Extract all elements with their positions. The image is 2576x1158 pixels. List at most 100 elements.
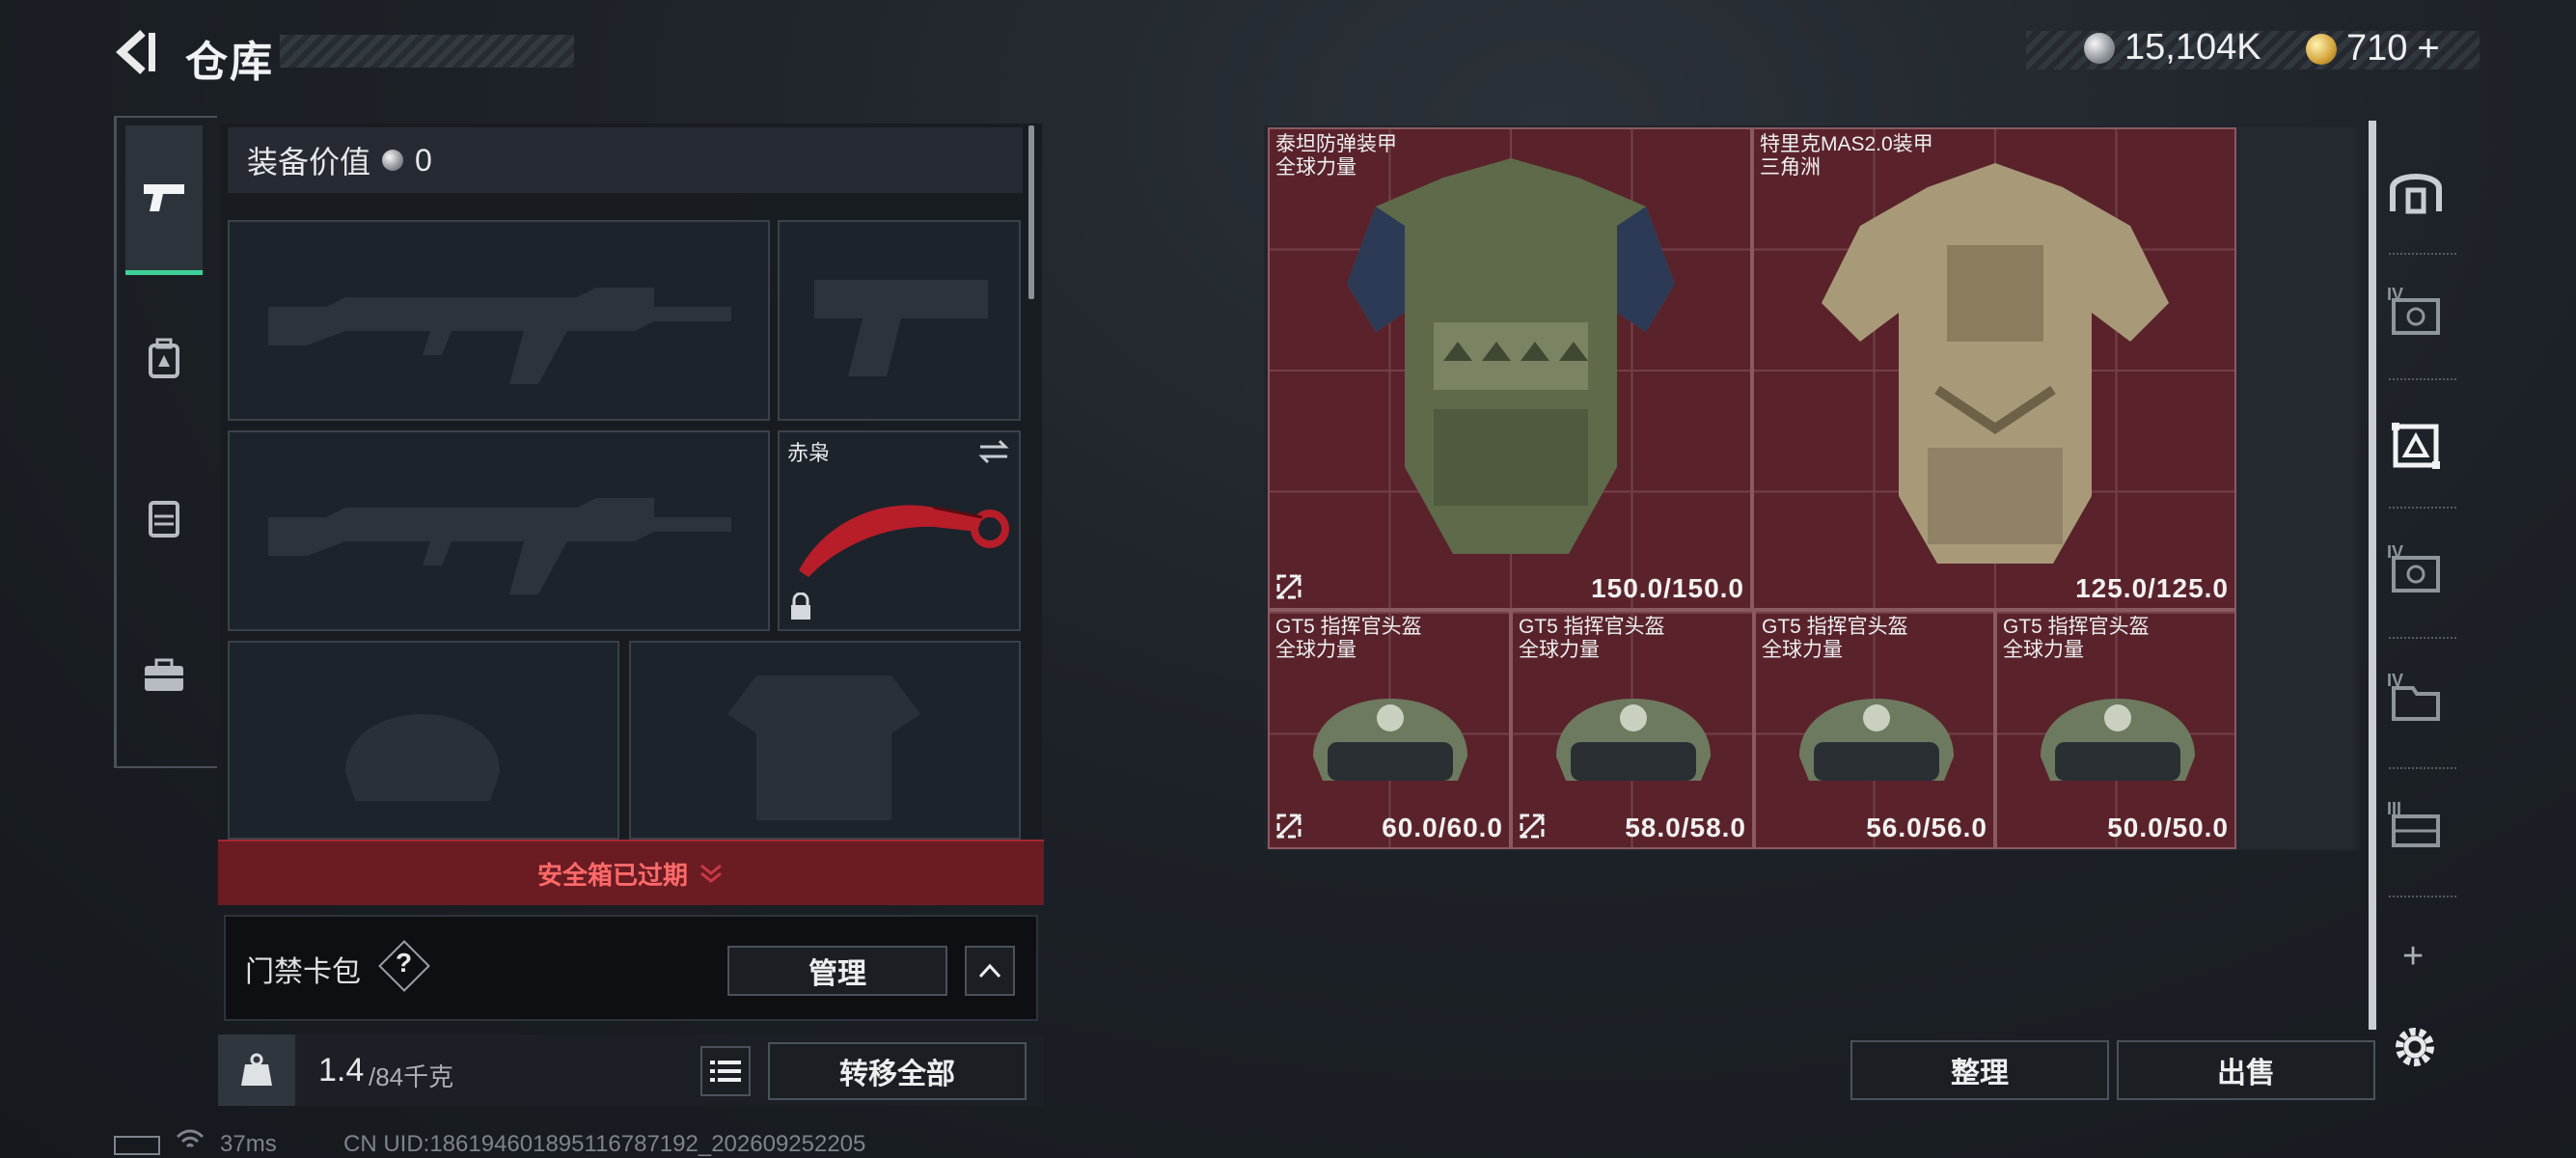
equipment-value-label: 装备价值 bbox=[247, 145, 371, 179]
separator bbox=[2389, 507, 2456, 509]
gold-currency[interactable]: 710 + bbox=[2306, 27, 2440, 70]
stash-item-gt5-helmet[interactable]: GT5 指挥官头盔 全球力量 50.0/50.0 bbox=[1995, 610, 2236, 849]
item-durability: 50.0/50.0 bbox=[2107, 813, 2229, 842]
loadout-scrollbar[interactable] bbox=[1028, 125, 1034, 299]
armor-slot[interactable] bbox=[629, 641, 1021, 840]
stash-item-titan-armor[interactable]: 泰坦防弹装甲 全球力量 150.0/150.0 bbox=[1268, 127, 1752, 610]
camo-armor-icon bbox=[1822, 163, 2169, 564]
gold-amount: 710 bbox=[2346, 28, 2408, 69]
helmet-icon bbox=[1313, 699, 1467, 781]
helmet-icon bbox=[2041, 699, 2195, 781]
keycard-label: 门禁卡包 bbox=[245, 956, 361, 988]
rifle-silhouette-icon bbox=[268, 288, 731, 384]
stash-tab-tier-4a[interactable]: IV bbox=[2385, 285, 2447, 346]
helmet-slot[interactable] bbox=[228, 641, 619, 840]
page-title: 仓库 bbox=[185, 39, 274, 86]
back-arrow-icon[interactable] bbox=[114, 27, 162, 77]
nav-vest[interactable] bbox=[123, 478, 205, 559]
separator bbox=[2389, 896, 2456, 897]
expand-button[interactable] bbox=[965, 946, 1015, 996]
transfer-all-button[interactable]: 转移全部 bbox=[768, 1042, 1027, 1100]
helmet-icon bbox=[1556, 699, 1711, 781]
separator bbox=[2389, 637, 2456, 639]
unlinked-icon bbox=[1519, 813, 1546, 840]
tier-label: IV bbox=[2387, 542, 2404, 562]
karambit-knife-icon bbox=[799, 505, 1009, 577]
item-name: GT5 指挥官头盔 bbox=[1762, 616, 1908, 638]
nav-toolbox[interactable] bbox=[123, 635, 205, 716]
melee-slot[interactable]: 赤枭 bbox=[778, 430, 1021, 631]
stash-item-mas-armor[interactable]: 特里克MAS2.0装甲 三角洲 125.0/125.0 bbox=[1752, 127, 2236, 610]
secondary-weapon-slot[interactable] bbox=[228, 430, 770, 631]
helmet-silhouette-icon bbox=[345, 714, 500, 801]
manage-button[interactable]: 管理 bbox=[727, 946, 947, 996]
safebox-status: 安全箱已过期 bbox=[536, 860, 688, 890]
stash-tab-armor[interactable] bbox=[2385, 415, 2447, 477]
unlinked-icon bbox=[1275, 573, 1302, 600]
safebox-expired-bar[interactable]: 安全箱已过期 bbox=[218, 840, 1044, 905]
silver-currency: 15,104K bbox=[2084, 27, 2261, 69]
item-durability: 150.0/150.0 bbox=[1591, 573, 1744, 603]
gold-coin-icon bbox=[2306, 33, 2337, 65]
nav-weapons[interactable] bbox=[125, 125, 203, 275]
stash-tab-tier-4b[interactable]: IV bbox=[2385, 542, 2447, 604]
separator bbox=[2389, 767, 2456, 769]
ping-value: 37ms bbox=[220, 1131, 277, 1157]
rifle-silhouette-icon bbox=[268, 498, 731, 594]
keycard-bar: 门禁卡包 ? 管理 bbox=[224, 915, 1038, 1021]
lock-icon bbox=[791, 593, 810, 620]
tier-label: IV bbox=[2387, 285, 2404, 304]
tier-label: III bbox=[2387, 799, 2402, 818]
list-view-button[interactable] bbox=[700, 1046, 751, 1096]
melee-item-name: 赤枭 bbox=[787, 441, 831, 465]
silver-coin-icon bbox=[382, 150, 404, 171]
vest-icon bbox=[149, 501, 179, 538]
pistol-icon bbox=[144, 184, 184, 211]
container-icon bbox=[2390, 174, 2442, 214]
weight-bar: 1.4 /84千克 转移全部 bbox=[218, 1034, 1044, 1106]
chevron-down-icon bbox=[700, 864, 722, 883]
silver-amount: 15,104K bbox=[2124, 27, 2261, 68]
nav-backpack[interactable] bbox=[123, 318, 205, 400]
gear-icon[interactable] bbox=[2391, 1023, 2439, 1071]
weight-icon-box bbox=[218, 1034, 295, 1106]
stash-tab-all[interactable] bbox=[2385, 159, 2447, 221]
helmet-icon bbox=[1799, 699, 1954, 781]
stash-item-gt5-helmet[interactable]: GT5 指挥官头盔 全球力量 56.0/56.0 bbox=[1754, 610, 1995, 849]
body-armor-icon bbox=[1347, 158, 1675, 554]
weight-max: /84千克 bbox=[369, 1062, 454, 1091]
chevron-up-icon bbox=[978, 963, 1001, 979]
help-icon[interactable]: ? bbox=[396, 948, 412, 979]
sidearm-slot[interactable] bbox=[778, 220, 1021, 421]
gold-add-icon[interactable]: + bbox=[2417, 27, 2439, 70]
swap-icon[interactable] bbox=[976, 438, 1011, 465]
item-name: GT5 指挥官头盔 bbox=[2003, 616, 2150, 638]
sell-button[interactable]: 出售 bbox=[2117, 1040, 2375, 1100]
stash-item-gt5-helmet[interactable]: GT5 指挥官头盔 全球力量 58.0/58.0 bbox=[1511, 610, 1754, 849]
toolbox-icon bbox=[145, 658, 183, 691]
stash-item-gt5-helmet[interactable]: GT5 指挥官头盔 全球力量 60.0/60.0 bbox=[1268, 610, 1511, 849]
armor-category-icon bbox=[2392, 423, 2440, 469]
battery-icon bbox=[114, 1131, 160, 1158]
item-name: GT5 指挥官头盔 bbox=[1519, 616, 1665, 638]
wifi-icon bbox=[176, 1129, 205, 1148]
list-icon bbox=[710, 1061, 741, 1082]
pistol-silhouette-icon bbox=[814, 280, 988, 376]
item-durability: 125.0/125.0 bbox=[2075, 573, 2229, 603]
separator bbox=[2389, 378, 2456, 380]
weight-current: 1.4 bbox=[318, 1052, 365, 1089]
user-uid: CN UID:1861946018951167871​92_2026092522… bbox=[343, 1131, 866, 1157]
equipment-value-bar: 装备价值 0 bbox=[228, 127, 1023, 193]
weight-icon bbox=[241, 1053, 272, 1086]
separator bbox=[2389, 253, 2456, 255]
stash-tab-tier-3[interactable]: III bbox=[2385, 799, 2447, 861]
stash-tab-tier-4c[interactable]: IV bbox=[2385, 671, 2447, 732]
tier-label: IV bbox=[2387, 671, 2404, 690]
primary-weapon-slot[interactable] bbox=[228, 220, 770, 421]
stash-empty-column bbox=[2236, 127, 2356, 849]
equipment-value: 0 bbox=[415, 142, 432, 178]
armor-silhouette-icon bbox=[727, 676, 920, 820]
stash-scrollbar[interactable] bbox=[2369, 121, 2376, 1030]
sort-button[interactable]: 整理 bbox=[1850, 1040, 2109, 1100]
add-stash-tab-icon[interactable]: + bbox=[2402, 936, 2424, 978]
